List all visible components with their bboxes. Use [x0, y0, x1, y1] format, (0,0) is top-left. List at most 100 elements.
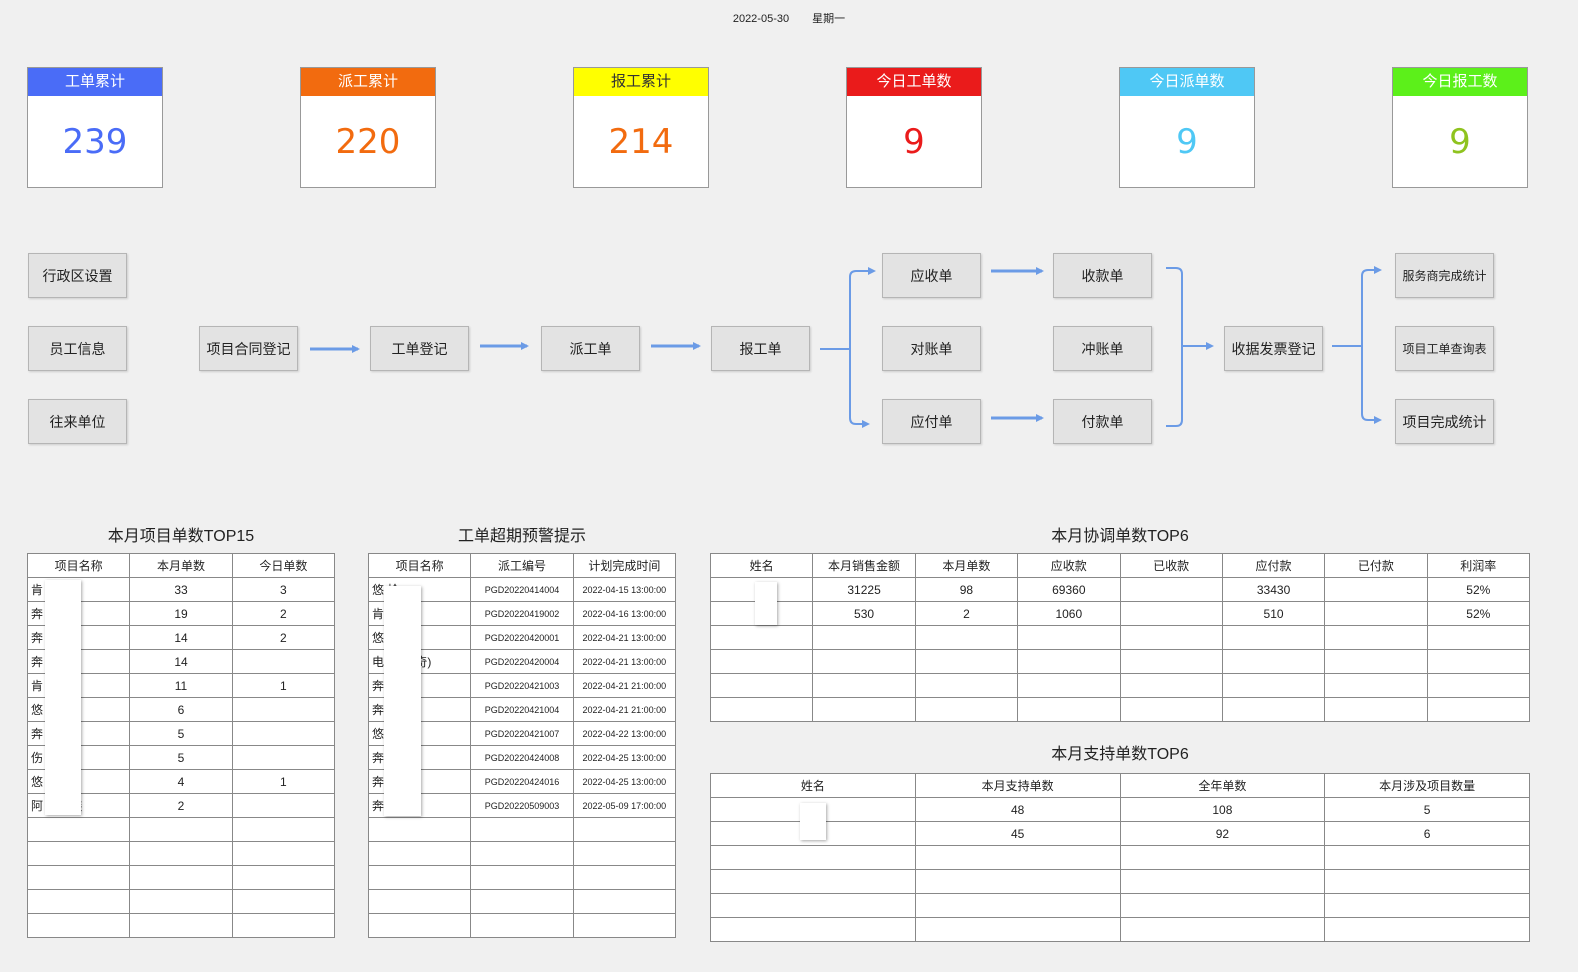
bracket-report-split: [820, 270, 868, 425]
table-cell: [1119, 869, 1326, 894]
column-header: 本月销售金额: [812, 553, 916, 578]
column-header: 派工编号: [470, 553, 574, 578]
table-row[interactable]: [710, 869, 1530, 894]
stat-card-value: 239: [62, 122, 128, 162]
table-row[interactable]: [26, 841, 336, 866]
table-row[interactable]: [367, 913, 677, 938]
table-cell: 2022-04-25 13:00:00: [572, 745, 677, 770]
table-cell: [710, 893, 916, 918]
collection-button[interactable]: 收款单: [1053, 253, 1152, 298]
stat-card-value: 9: [1449, 122, 1471, 162]
table-row[interactable]: [367, 841, 677, 866]
column-header: 已付款: [1324, 553, 1428, 578]
table-header-row: 项目名称 本月单数 今日单数: [26, 553, 336, 578]
stat-card: 今日派单数 9: [1119, 67, 1255, 188]
table-cell: [1221, 673, 1326, 698]
support-table: 姓名本月支持单数全年单数本月涉及项目数量 481085 龙45926: [710, 773, 1530, 942]
order-query-button[interactable]: 项目工单查询表: [1395, 326, 1494, 371]
date-bar: 2022-05-30 星期一: [0, 10, 1578, 26]
stat-card: 派工累计 220: [300, 67, 436, 188]
reconcile-button[interactable]: 对账单: [882, 326, 981, 371]
table-cell: [129, 841, 233, 866]
table-row[interactable]: [26, 865, 336, 890]
stat-card-value: 9: [903, 122, 925, 162]
table-cell: 5: [129, 745, 233, 770]
table-cell: [914, 673, 1019, 698]
table-row[interactable]: 龙45926: [710, 821, 1530, 846]
overdue-title: 工单超期预警提示: [457, 528, 586, 545]
table-row[interactable]: [367, 889, 677, 914]
table-cell: PGD20220420001: [470, 625, 574, 650]
project-stats-button[interactable]: 项目完成统计: [1395, 399, 1494, 444]
table-row[interactable]: 530 2 1060 510 52%: [709, 601, 1531, 626]
table-row[interactable]: [26, 817, 336, 842]
table-row[interactable]: [709, 673, 1531, 698]
table-row[interactable]: [710, 917, 1530, 942]
invoice-register-button[interactable]: 收据发票登记: [1224, 326, 1323, 371]
report-order-button[interactable]: 报工单: [711, 326, 810, 371]
table-cell: [1324, 673, 1428, 698]
receivable-button[interactable]: 应收单: [882, 253, 981, 298]
contract-register-button[interactable]: 项目合同登记: [199, 326, 298, 371]
table-row[interactable]: [709, 649, 1531, 674]
table-row[interactable]: [367, 817, 677, 842]
column-header: 项目名称: [367, 553, 472, 578]
table-cell: [231, 721, 336, 746]
table-cell: [231, 649, 336, 674]
table-cell: 2: [231, 601, 336, 626]
table-header-row: 项目名称 派工编号 计划完成时间: [367, 553, 677, 578]
table-cell: 2022-04-21 21:00:00: [572, 697, 677, 722]
table-cell: [1324, 697, 1428, 722]
table-cell: [470, 841, 574, 866]
table-row[interactable]: [26, 889, 336, 914]
table-cell: [129, 913, 233, 938]
table-cell: 2022-04-22 13:00:00: [572, 721, 677, 746]
table-cell: [367, 865, 472, 890]
table-cell: [1324, 845, 1530, 870]
table-cell: 2: [914, 601, 1019, 626]
table-row[interactable]: [709, 697, 1531, 722]
table-cell: 2022-04-16 13:00:00: [572, 601, 677, 626]
dispatch-order-button[interactable]: 派工单: [541, 326, 640, 371]
table-cell: [1221, 697, 1326, 722]
table-cell: [26, 865, 131, 890]
table-cell: 6: [1324, 821, 1530, 846]
table-cell: PGD20220421007: [470, 721, 574, 746]
offset-button[interactable]: 冲账单: [1053, 326, 1152, 371]
payable-button[interactable]: 应付单: [882, 399, 981, 444]
table-cell: [709, 625, 814, 650]
support-title: 本月支持单数TOP6: [1051, 746, 1189, 763]
table-row[interactable]: 48 108 5: [710, 797, 1530, 822]
table-cell: [1221, 625, 1326, 650]
provider-stats-button[interactable]: 服务商完成统计: [1395, 253, 1494, 298]
table-row[interactable]: [710, 845, 1530, 870]
table-cell: [914, 917, 1121, 942]
column-header: 全年单数: [1119, 773, 1326, 798]
table-cell: [812, 697, 916, 722]
table-cell: [1119, 577, 1223, 602]
table-cell: [709, 697, 814, 722]
stat-card-label: 今日工单数: [847, 68, 981, 96]
work-order-register-button[interactable]: 工单登记: [370, 326, 469, 371]
table-row[interactable]: 刘 3122598693603343052%: [709, 577, 1531, 602]
column-header: 今日单数: [231, 553, 336, 578]
table-row[interactable]: [710, 893, 1530, 918]
employee-info-button[interactable]: 员工信息: [28, 326, 127, 371]
table-cell: 2022-04-15 13:00:00: [572, 577, 677, 602]
table-cell: [710, 845, 916, 870]
admin-region-button[interactable]: 行政区设置: [28, 253, 127, 298]
partners-button[interactable]: 往来单位: [28, 399, 127, 444]
table-row[interactable]: [26, 913, 336, 938]
table-row[interactable]: [367, 865, 677, 890]
table-cell: [914, 649, 1019, 674]
payment-button[interactable]: 付款单: [1053, 399, 1152, 444]
table-cell: PGD20220424016: [470, 769, 574, 794]
table-cell: 6: [129, 697, 233, 722]
column-header: 应付款: [1221, 553, 1326, 578]
table-cell: 4: [129, 769, 233, 794]
table-cell: [470, 913, 574, 938]
redaction-mask: [384, 586, 421, 816]
table-row[interactable]: [709, 625, 1531, 650]
top15-title: 本月项目单数TOP15: [107, 528, 255, 545]
table-cell: [129, 817, 233, 842]
